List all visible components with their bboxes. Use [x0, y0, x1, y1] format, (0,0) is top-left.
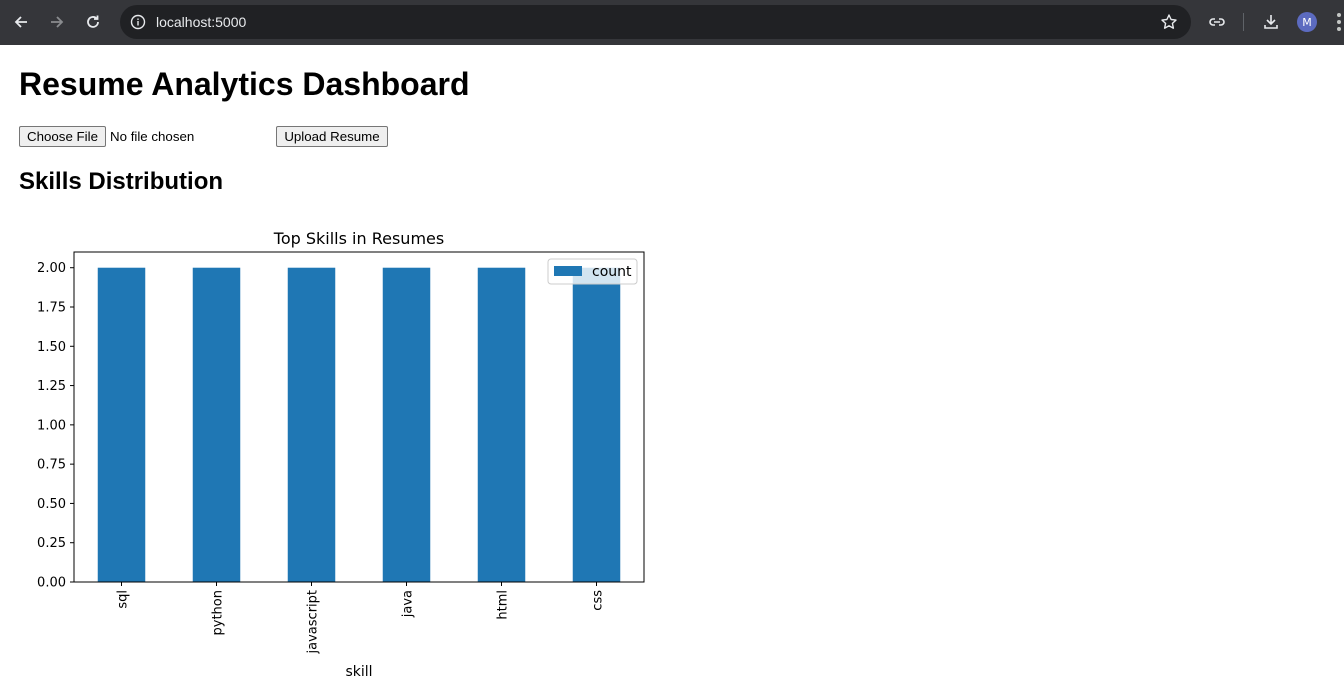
- arrow-left-icon: [14, 16, 27, 28]
- x-tick-label-javascript: javascript: [306, 590, 321, 654]
- y-tick-label: 1.00: [37, 418, 66, 433]
- legend-label: count: [592, 264, 632, 280]
- arrow-right-icon: [51, 16, 64, 28]
- toolbar-divider: [1243, 13, 1244, 31]
- skills-bar-chart: Top Skills in Resumes 0.00 0.25 0.50 0.75 1.…: [37, 229, 645, 679]
- address-bar[interactable]: localhost:5000: [120, 5, 1191, 39]
- x-tick-label-sql: sql: [116, 590, 131, 609]
- browser-menu-icon[interactable]: [1336, 13, 1342, 31]
- y-tick-label: 1.25: [37, 379, 66, 394]
- x-tick-label-html: html: [496, 590, 511, 620]
- chart-bar-sql: [97, 267, 146, 582]
- reload-button[interactable]: [81, 10, 105, 34]
- link-icon: [1209, 18, 1225, 26]
- x-tick-label-css: css: [591, 590, 606, 611]
- y-tick-label: 1.75: [37, 301, 66, 316]
- y-tick-label: 0.50: [37, 497, 66, 512]
- page-title: Resume Analytics Dashboard: [19, 66, 470, 102]
- chart-title: Top Skills in Resumes: [273, 229, 444, 248]
- chart-plot-frame: [73, 251, 645, 583]
- y-tick-label: 1.50: [37, 340, 66, 355]
- back-button[interactable]: [9, 10, 33, 34]
- chart-legend: count: [547, 258, 638, 285]
- chart-y-axis: 0.00 0.25 0.50 0.75 1.00 1.25 1.50 1.75 2.00: [37, 261, 74, 591]
- chart-bar-css: [572, 267, 621, 582]
- forward-button[interactable]: [45, 10, 69, 34]
- chart-bar-html: [477, 267, 526, 582]
- reload-icon: [87, 15, 99, 28]
- chart-bar-java: [382, 267, 431, 582]
- chart-bar-python: [192, 267, 241, 582]
- chart-bar-javascript: [287, 267, 336, 582]
- x-tick-label-java: java: [401, 590, 416, 618]
- site-info-icon[interactable]: [128, 12, 148, 32]
- y-tick-label: 0.75: [37, 458, 66, 473]
- chart-bars: [97, 267, 621, 582]
- section-title: Skills Distribution: [19, 168, 224, 195]
- file-status-text: No file chosen: [110, 129, 195, 144]
- y-tick-label: 0.00: [37, 576, 66, 591]
- download-icon: [1264, 15, 1278, 29]
- legend-swatch: [554, 266, 582, 276]
- choose-file-button[interactable]: Choose File: [19, 126, 106, 147]
- x-tick-label-python: python: [211, 590, 226, 635]
- chart-x-axis: sql python javascript java html css: [116, 582, 606, 654]
- downloads-button[interactable]: [1260, 11, 1282, 33]
- profile-avatar[interactable]: M: [1297, 12, 1317, 32]
- bookmark-star-icon[interactable]: [1159, 12, 1179, 32]
- share-link-button[interactable]: [1206, 11, 1228, 33]
- y-tick-label: 2.00: [37, 261, 66, 276]
- upload-resume-button[interactable]: Upload Resume: [276, 126, 388, 147]
- chart-x-axis-label: skill: [345, 664, 372, 679]
- browser-toolbar: localhost:5000 M: [0, 0, 1344, 45]
- y-tick-label: 0.25: [37, 536, 66, 551]
- url-text[interactable]: localhost:5000: [156, 14, 246, 30]
